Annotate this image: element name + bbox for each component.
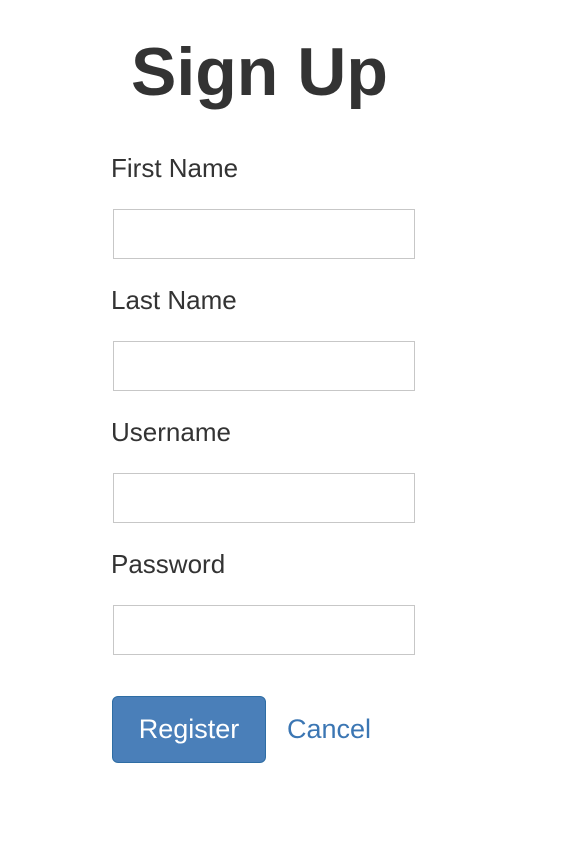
- first-name-label: First Name: [111, 153, 239, 183]
- first-name-field[interactable]: [113, 209, 415, 259]
- page-title: Sign Up: [131, 34, 388, 110]
- register-button[interactable]: Register: [112, 696, 266, 763]
- password-label: Password: [111, 549, 226, 579]
- password-field[interactable]: [113, 605, 415, 655]
- username-field[interactable]: [113, 473, 415, 523]
- username-label: Username: [111, 417, 231, 447]
- last-name-label: Last Name: [111, 285, 237, 315]
- cancel-link[interactable]: Cancel: [287, 712, 371, 746]
- last-name-field[interactable]: [113, 341, 415, 391]
